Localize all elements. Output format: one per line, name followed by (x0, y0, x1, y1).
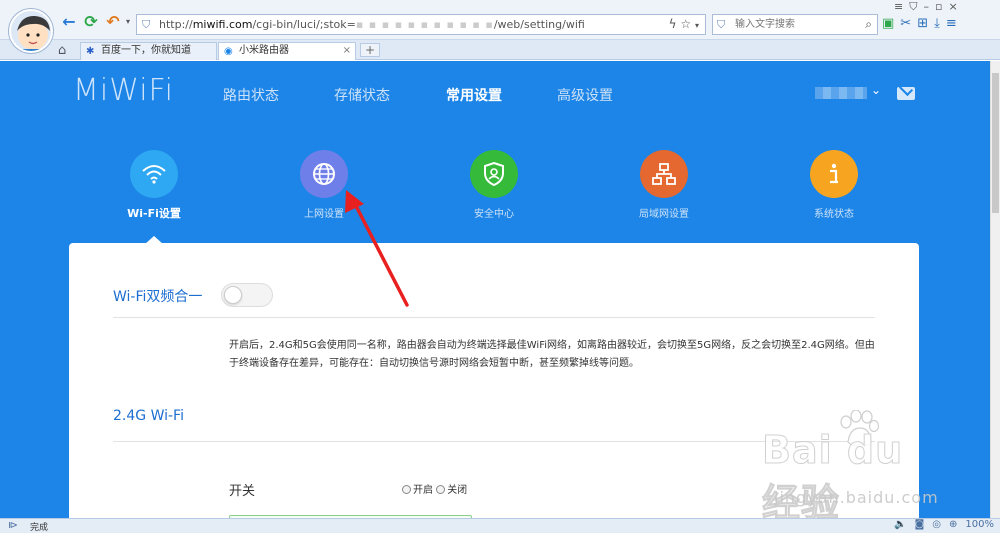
username-redacted[interactable] (815, 87, 867, 99)
search-icon[interactable]: ⌕ (865, 17, 872, 32)
nav-storage-status[interactable]: 存储状态 (334, 85, 390, 105)
radio-off[interactable]: 关闭 (436, 485, 467, 496)
category-system-status[interactable]: 系统状态 (789, 150, 879, 220)
url-redacted: ▪ ▪ ▪ ▪ ▪ ▪ ▪ ▪ ▪ ▪ ▪ (355, 18, 494, 31)
radio-on-label: 开启 (413, 485, 433, 496)
accelerate-icon[interactable]: ◎ (932, 519, 941, 530)
category-internet-settings[interactable]: 上网设置 (279, 150, 369, 220)
minimize-icon[interactable]: – (923, 0, 935, 13)
browser-tools: ▣ ✂ ⊞ ⤓ ≡ (882, 16, 963, 31)
info-icon (810, 150, 858, 198)
camera-icon[interactable]: ◙ (915, 519, 925, 530)
watermark-brand: Bai du 经验 (762, 428, 904, 526)
dual-band-title: Wi-Fi双频合一 (113, 289, 203, 305)
category-lan-settings[interactable]: 局域网设置 (619, 150, 709, 220)
url-path: /cgi-bin/luci/;stok= (252, 18, 356, 31)
grid-icon[interactable]: ⊞ (917, 16, 928, 31)
user-avatar[interactable] (9, 9, 53, 53)
chevron-down-icon[interactable]: ⌄ (871, 83, 881, 97)
baidu-paw-icon: ✱ (86, 46, 95, 57)
bolt-icon[interactable]: ϟ (669, 17, 677, 31)
nav-common-settings[interactable]: 常用设置 (446, 85, 502, 105)
category-security-center[interactable]: 安全中心 (449, 150, 539, 220)
restore-icon[interactable]: ▫ (935, 0, 948, 13)
network-icon (640, 150, 688, 198)
skin-icon[interactable]: ≡ (894, 0, 909, 13)
tab-label: 百度一下，你就知道 (101, 45, 191, 56)
home-icon[interactable]: ⌂ (58, 43, 66, 58)
screenshot-icon[interactable]: ▣ (882, 16, 894, 31)
page-scrollbar[interactable] (990, 61, 1000, 518)
status-text: 完成 (30, 523, 49, 533)
address-dropdown-icon[interactable]: ▾ (695, 21, 699, 30)
nav-advanced-settings[interactable]: 高级设置 (557, 85, 613, 105)
url-domain: miwifi.com (192, 18, 253, 31)
dual-band-toggle[interactable] (221, 283, 273, 307)
category-label: 安全中心 (474, 209, 514, 220)
radio-off-label: 关闭 (447, 485, 468, 496)
tab-bar: ⌂ ✱ 百度一下，你就知道 ◉ 小米路由器 × + (0, 40, 1000, 60)
tab-label: 小米路由器 (239, 45, 289, 56)
address-bar[interactable]: ⛉ http://miwifi.com/cgi-bin/luci/;stok=▪… (136, 14, 706, 35)
category-wifi-settings[interactable]: Wi-Fi设置 (109, 150, 199, 221)
close-tab-icon[interactable]: × (343, 43, 351, 59)
watermark-site: jingyan.baidu.com (774, 488, 939, 507)
volume-icon[interactable]: 🔈 (894, 519, 906, 530)
category-label: 局域网设置 (639, 209, 689, 220)
radio-on[interactable]: 开启 (402, 485, 433, 496)
zoom-icon[interactable]: ⊕ (949, 519, 957, 530)
new-tab-button[interactable]: + (360, 43, 380, 57)
url-prefix: http:// (159, 18, 193, 31)
address-actions: ϟ ☆ ▾ (669, 17, 699, 31)
switch-radio-group: 开启 关闭 (402, 481, 467, 496)
baidu-watermark: Bai du 经验 jingyan.baidu.com (762, 410, 952, 526)
star-icon[interactable]: ☆ (680, 17, 691, 31)
category-label: 上网设置 (304, 209, 344, 220)
divider (113, 317, 875, 318)
menu-icon[interactable]: ≡ (946, 16, 957, 31)
close-window-icon[interactable]: × (948, 0, 963, 13)
globe-icon (300, 150, 348, 198)
wifi-24g-title: 2.4G Wi-Fi (113, 408, 184, 424)
mail-icon[interactable] (897, 87, 915, 100)
url-suffix: /web/setting/wifi (493, 18, 585, 31)
browser-toolbar: ← ⟳ ↶ ▾ ⛉ http://miwifi.com/cgi-bin/luci… (0, 0, 1000, 40)
category-label: 系统状态 (814, 209, 854, 220)
tab-miwifi[interactable]: ◉ 小米路由器 × (218, 42, 356, 60)
status-tools: 🔈 ◙ ◎ ⊕ 100% (886, 519, 994, 530)
zoom-level[interactable]: 100% (965, 519, 994, 530)
shirt-icon[interactable]: ⛉ (909, 0, 923, 13)
search-engine-icon[interactable]: ⛉ (717, 18, 725, 32)
status-bar: ⧐ 完成 🔈 ◙ ◎ ⊕ 100% (0, 518, 1000, 533)
wifi-icon: ◉ (224, 46, 233, 57)
dual-band-description: 开启后，2.4G和5G会使用同一名称，路由器会自动为终端选择最佳WiFi网络，如… (229, 340, 875, 369)
download-icon[interactable]: ⤓ (934, 16, 940, 31)
wifi-icon (130, 150, 178, 198)
nav-router-status[interactable]: 路由状态 (223, 85, 279, 105)
miwifi-logo[interactable]: MiWiFi (73, 73, 174, 108)
refresh-icon[interactable]: ⟳ (82, 13, 100, 31)
scissors-icon[interactable]: ✂ (900, 16, 911, 31)
switch-label: 开关 (229, 484, 256, 499)
search-input[interactable] (735, 17, 855, 32)
divider (113, 441, 875, 442)
category-label: Wi-Fi设置 (127, 207, 181, 220)
undo-dropdown-icon[interactable]: ▾ (119, 13, 137, 31)
security-shield-icon: ⛉ (142, 18, 151, 31)
search-box[interactable]: ⛉ ⌕ (712, 14, 878, 35)
back-arrow-icon[interactable]: ← (60, 13, 78, 31)
toggle-knob (224, 286, 242, 304)
shield-user-icon (470, 150, 518, 198)
url-text[interactable]: http://miwifi.com/cgi-bin/luci/;stok=▪ ▪… (159, 18, 585, 31)
sidebar-toggle-icon[interactable]: ⧐ (8, 520, 18, 531)
scrollbar-thumb[interactable] (992, 73, 999, 213)
window-controls: ≡⛉–▫× (894, 0, 964, 14)
tab-baidu[interactable]: ✱ 百度一下，你就知道 (80, 42, 217, 60)
